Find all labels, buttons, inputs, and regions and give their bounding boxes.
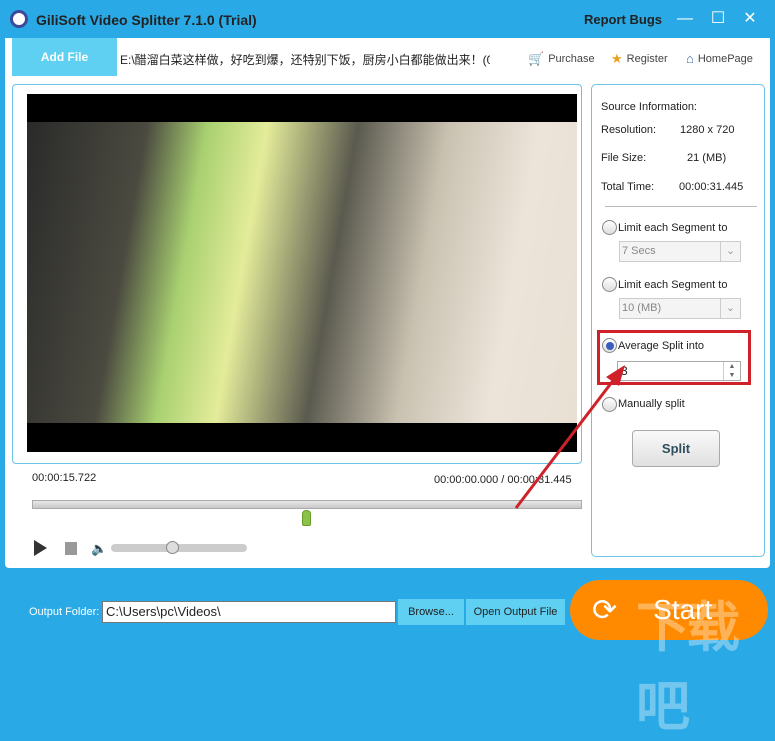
output-folder-input[interactable]: C:\Users\pc\Videos\ [102,601,396,623]
watermark-logo: 下载吧 [636,598,740,737]
open-output-file-button[interactable]: Open Output File [466,599,565,625]
output-folder-label: Output Folder: [29,606,100,618]
annotation-arrow [514,365,625,509]
refresh-icon: ⟳ [592,593,618,627]
browse-button[interactable]: Browse... [398,599,464,625]
